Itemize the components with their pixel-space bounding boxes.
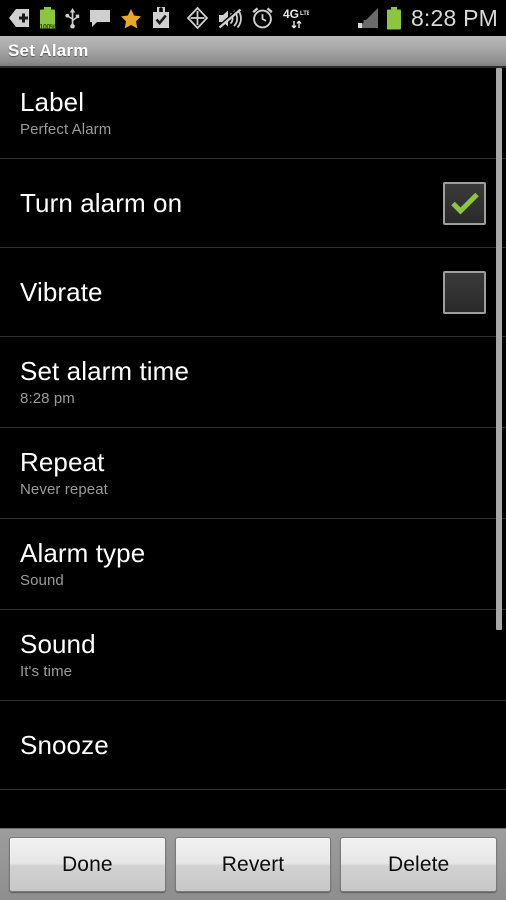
settings-row-title: Alarm type xyxy=(20,537,146,568)
signal-bars-icon xyxy=(353,7,379,29)
phone-screen: 100% xyxy=(0,0,506,900)
settings-row-subtitle: 8:28 pm xyxy=(20,389,75,407)
bottom-button-bar: Done Revert Delete xyxy=(0,828,506,900)
settings-row-title: Snooze xyxy=(20,730,109,760)
turn-alarm-on-checkbox[interactable] xyxy=(443,181,486,225)
status-bar-clock: 8:28 PM xyxy=(410,4,498,31)
back-plus-icon xyxy=(8,8,30,28)
settings-row-text: Turn alarm on xyxy=(20,188,182,218)
settings-row-title: Set alarm time xyxy=(20,355,190,386)
check-icon xyxy=(450,192,479,215)
shopping-bag-check-icon xyxy=(151,4,171,29)
network-4glte-icon: 4G LTE xyxy=(283,7,311,29)
settings-list-container[interactable]: Label Perfect Alarm Turn alarm on Vibrat… xyxy=(0,68,506,828)
battery-charge-icon: 100% xyxy=(39,7,56,31)
settings-row-title: Vibrate xyxy=(20,277,103,307)
settings-row-text: Snooze xyxy=(20,730,109,760)
settings-row-title: Turn alarm on xyxy=(20,188,183,218)
settings-row-sound[interactable]: Sound It's time xyxy=(0,610,506,701)
star-icon xyxy=(120,8,142,29)
settings-row-text: Sound It's time xyxy=(20,629,96,682)
status-bar-notification-icons: 100% xyxy=(8,4,353,31)
battery-icon xyxy=(386,6,402,30)
status-bar-system-icons: 8:28 PM xyxy=(353,5,500,32)
status-bar: 100% xyxy=(0,0,506,36)
done-button[interactable]: Done xyxy=(9,837,166,892)
settings-row-title: Sound xyxy=(20,628,96,659)
page-title: Set Alarm xyxy=(8,41,89,60)
settings-row-next-partial[interactable] xyxy=(0,790,506,820)
alarm-clock-icon xyxy=(251,7,274,29)
settings-row-vibrate[interactable]: Vibrate xyxy=(0,248,506,337)
delete-button[interactable]: Delete xyxy=(340,837,498,892)
settings-row-text: Vibrate xyxy=(20,277,103,307)
settings-list: Label Perfect Alarm Turn alarm on Vibrat… xyxy=(0,68,506,828)
settings-row-turn-alarm-on[interactable]: Turn alarm on xyxy=(0,159,506,248)
settings-row-text: Repeat Never repeat xyxy=(20,447,108,500)
settings-row-label[interactable]: Label Perfect Alarm xyxy=(0,68,506,159)
settings-row-subtitle: Perfect Alarm xyxy=(20,120,112,138)
settings-row-title: Repeat xyxy=(20,446,105,477)
revert-button[interactable]: Revert xyxy=(174,837,332,892)
settings-row-text: Set alarm time 8:28 pm xyxy=(20,356,189,409)
settings-row-set-alarm-time[interactable]: Set alarm time 8:28 pm xyxy=(0,337,506,428)
settings-row-subtitle: It's time xyxy=(20,662,73,680)
svg-text:LTE: LTE xyxy=(300,11,309,17)
message-icon xyxy=(89,8,111,28)
settings-row-repeat[interactable]: Repeat Never repeat xyxy=(0,428,506,519)
usb-icon xyxy=(65,7,80,29)
vibrate-checkbox[interactable] xyxy=(443,270,486,314)
title-bar: Set Alarm xyxy=(0,36,506,68)
settings-row-text: Alarm type Sound xyxy=(20,538,145,591)
mute-icon xyxy=(218,5,242,29)
settings-row-alarm-type[interactable]: Alarm type Sound xyxy=(0,519,506,610)
settings-row-text: Label Perfect Alarm xyxy=(20,87,111,140)
svg-text:4G: 4G xyxy=(283,7,299,21)
settings-row-snooze[interactable]: Snooze xyxy=(0,701,506,790)
settings-row-title: Label xyxy=(20,86,85,117)
settings-row-subtitle: Sound xyxy=(20,571,64,589)
gps-icon xyxy=(186,6,209,30)
settings-row-subtitle: Never repeat xyxy=(20,480,108,498)
